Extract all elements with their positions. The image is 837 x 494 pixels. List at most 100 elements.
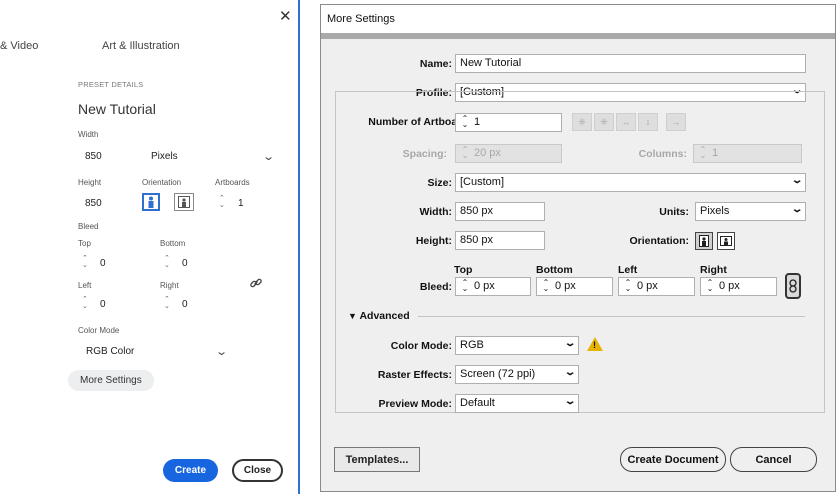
more-settings-button[interactable]: More Settings <box>68 370 154 391</box>
chevron-down-icon[interactable]: ⌄ <box>215 345 228 358</box>
artboards-value: 1 <box>474 116 481 128</box>
stepper-icon[interactable]: ⌃ ⌄ <box>705 279 715 293</box>
spacing-input: ⌃ ⌄ 20 px <box>455 144 562 163</box>
bleed-top-stepper[interactable]: ⌃ ⌄ <box>82 255 88 269</box>
stepper-icon[interactable]: ⌃ ⌄ <box>460 279 470 293</box>
chevron-down-icon: ⌄ <box>563 338 577 349</box>
width-input[interactable]: 850 <box>85 151 102 162</box>
portrait-orientation-button[interactable] <box>142 193 160 211</box>
advanced-divider <box>418 316 805 317</box>
raster-effects-select[interactable]: Screen (72 ppi) ⌄ <box>455 365 579 384</box>
templates-button[interactable]: Templates... <box>334 447 420 472</box>
preview-mode-select[interactable]: Default ⌄ <box>455 394 579 413</box>
dialog-title: More Settings <box>321 5 835 33</box>
artboards-label: Artboards <box>215 178 250 187</box>
landscape-icon <box>720 236 732 246</box>
chevron-down-icon: ⌄ <box>563 367 577 378</box>
size-value: [Custom] <box>460 176 505 188</box>
bleed-bottom-value: 0 px <box>555 280 576 292</box>
color-mode-select[interactable]: RGB ⌄ <box>455 336 579 355</box>
grid-by-column-icon[interactable]: ⁜ <box>594 113 614 131</box>
width-input[interactable]: 850 px <box>455 202 545 221</box>
bleed-left-input[interactable]: ⌃ ⌄ 0 px <box>618 277 695 296</box>
create-button[interactable]: Create <box>163 459 218 482</box>
bleed-right-label: Right <box>160 281 179 290</box>
more-settings-dialog: More Settings Name: New Tutorial Profile… <box>320 4 836 492</box>
bleed-right-input[interactable]: 0 <box>182 299 188 310</box>
color-mode-label: Color Mode: <box>390 340 452 352</box>
bleed-right-stepper[interactable]: ⌃ ⌄ <box>164 296 170 310</box>
bleed-right-input[interactable]: ⌃ ⌄ 0 px <box>700 277 777 296</box>
close-icon[interactable]: ✕ <box>279 7 292 25</box>
right-to-left-icon[interactable]: → <box>666 113 686 131</box>
bleed-top-label: Top <box>78 239 91 248</box>
spacing-label: Spacing: <box>402 148 447 160</box>
stepper-icon[interactable]: ⌃ ⌄ <box>541 279 551 293</box>
bleed-left-stepper[interactable]: ⌃ ⌄ <box>82 296 88 310</box>
raster-effects-value: Screen (72 ppi) <box>460 368 536 380</box>
create-document-button[interactable]: Create Document <box>620 447 726 472</box>
bleed-bottom-label: Bottom <box>160 239 186 248</box>
portrait-orientation-button[interactable] <box>695 232 713 250</box>
bleed-left-label: Left <box>78 281 92 290</box>
landscape-orientation-button[interactable] <box>717 232 735 250</box>
preset-name-field[interactable]: New Tutorial <box>78 101 156 117</box>
color-mode-label: Color Mode <box>78 326 120 335</box>
artboards-stepper[interactable]: ⌃ ⌄ <box>219 195 225 209</box>
columns-input: ⌃ ⌄ 1 <box>693 144 802 163</box>
name-input[interactable]: New Tutorial <box>455 54 806 73</box>
tab-video[interactable]: & Video <box>0 40 38 52</box>
name-label: Name: <box>419 58 452 70</box>
size-select[interactable]: [Custom] ⌄ <box>455 173 806 192</box>
advanced-toggle[interactable]: ▼ Advanced <box>348 310 410 322</box>
arrange-by-row-icon[interactable]: ↔ <box>616 113 636 131</box>
width-label: Width <box>78 130 99 139</box>
stepper-icon[interactable]: ⌃ ⌄ <box>460 115 470 129</box>
bleed-top-label: Top <box>454 264 473 276</box>
chevron-down-icon[interactable]: ⌄ <box>262 150 275 163</box>
bleed-bottom-input[interactable]: ⌃ ⌄ 0 px <box>536 277 613 296</box>
stepper-icon[interactable]: ⌃ ⌄ <box>623 279 633 293</box>
color-mode-select[interactable]: RGB Color <box>86 346 134 357</box>
units-select[interactable]: Pixels <box>151 151 178 162</box>
landscape-orientation-button[interactable] <box>174 193 194 211</box>
arrange-by-column-icon[interactable]: ↕ <box>638 113 658 131</box>
raster-effects-label: Raster Effects: <box>377 369 452 381</box>
link-bleed-icon[interactable] <box>785 273 801 299</box>
units-value: Pixels <box>700 205 730 217</box>
columns-value: 1 <box>712 147 719 159</box>
landscape-icon <box>178 196 190 208</box>
artboards-input[interactable]: ⌃ ⌄ 1 <box>455 113 562 132</box>
bleed-right-value: 0 px <box>719 280 740 292</box>
portrait-icon <box>699 235 709 247</box>
bleed-bottom-input[interactable]: 0 <box>182 258 188 269</box>
height-label: Height: <box>415 235 452 247</box>
stepper-icon: ⌃ ⌄ <box>699 145 707 161</box>
grid-by-row-icon[interactable]: ⁜ <box>572 113 592 131</box>
spacing-value: 20 px <box>474 147 501 159</box>
height-input[interactable]: 850 px <box>455 231 545 250</box>
title-divider <box>321 33 835 39</box>
link-icon[interactable] <box>249 276 263 295</box>
units-select[interactable]: Pixels ⌄ <box>695 202 806 221</box>
preview-mode-value: Default <box>460 397 495 409</box>
close-button[interactable]: Close <box>232 459 283 482</box>
bleed-top-input[interactable]: ⌃ ⌄ 0 px <box>455 277 531 296</box>
tab-art-illustration[interactable]: Art & Illustration <box>102 40 180 52</box>
height-input[interactable]: 850 <box>85 198 102 209</box>
width-label: Width: <box>419 206 452 218</box>
bleed-left-input[interactable]: 0 <box>100 299 106 310</box>
warning-icon: ! <box>587 337 603 351</box>
portrait-icon <box>148 196 154 208</box>
bleed-top-input[interactable]: 0 <box>100 258 106 269</box>
artboards-input[interactable]: 1 <box>238 198 244 209</box>
advanced-label: Advanced <box>359 310 410 322</box>
color-mode-value: RGB <box>460 339 484 351</box>
bleed-label: Bleed: <box>419 281 452 293</box>
cancel-button[interactable]: Cancel <box>730 447 817 472</box>
bleed-top-value: 0 px <box>474 280 495 292</box>
columns-label: Columns: <box>638 148 687 160</box>
bleed-right-label: Right <box>700 264 727 276</box>
bleed-bottom-stepper[interactable]: ⌃ ⌄ <box>164 255 170 269</box>
document-settings-group <box>335 91 825 413</box>
